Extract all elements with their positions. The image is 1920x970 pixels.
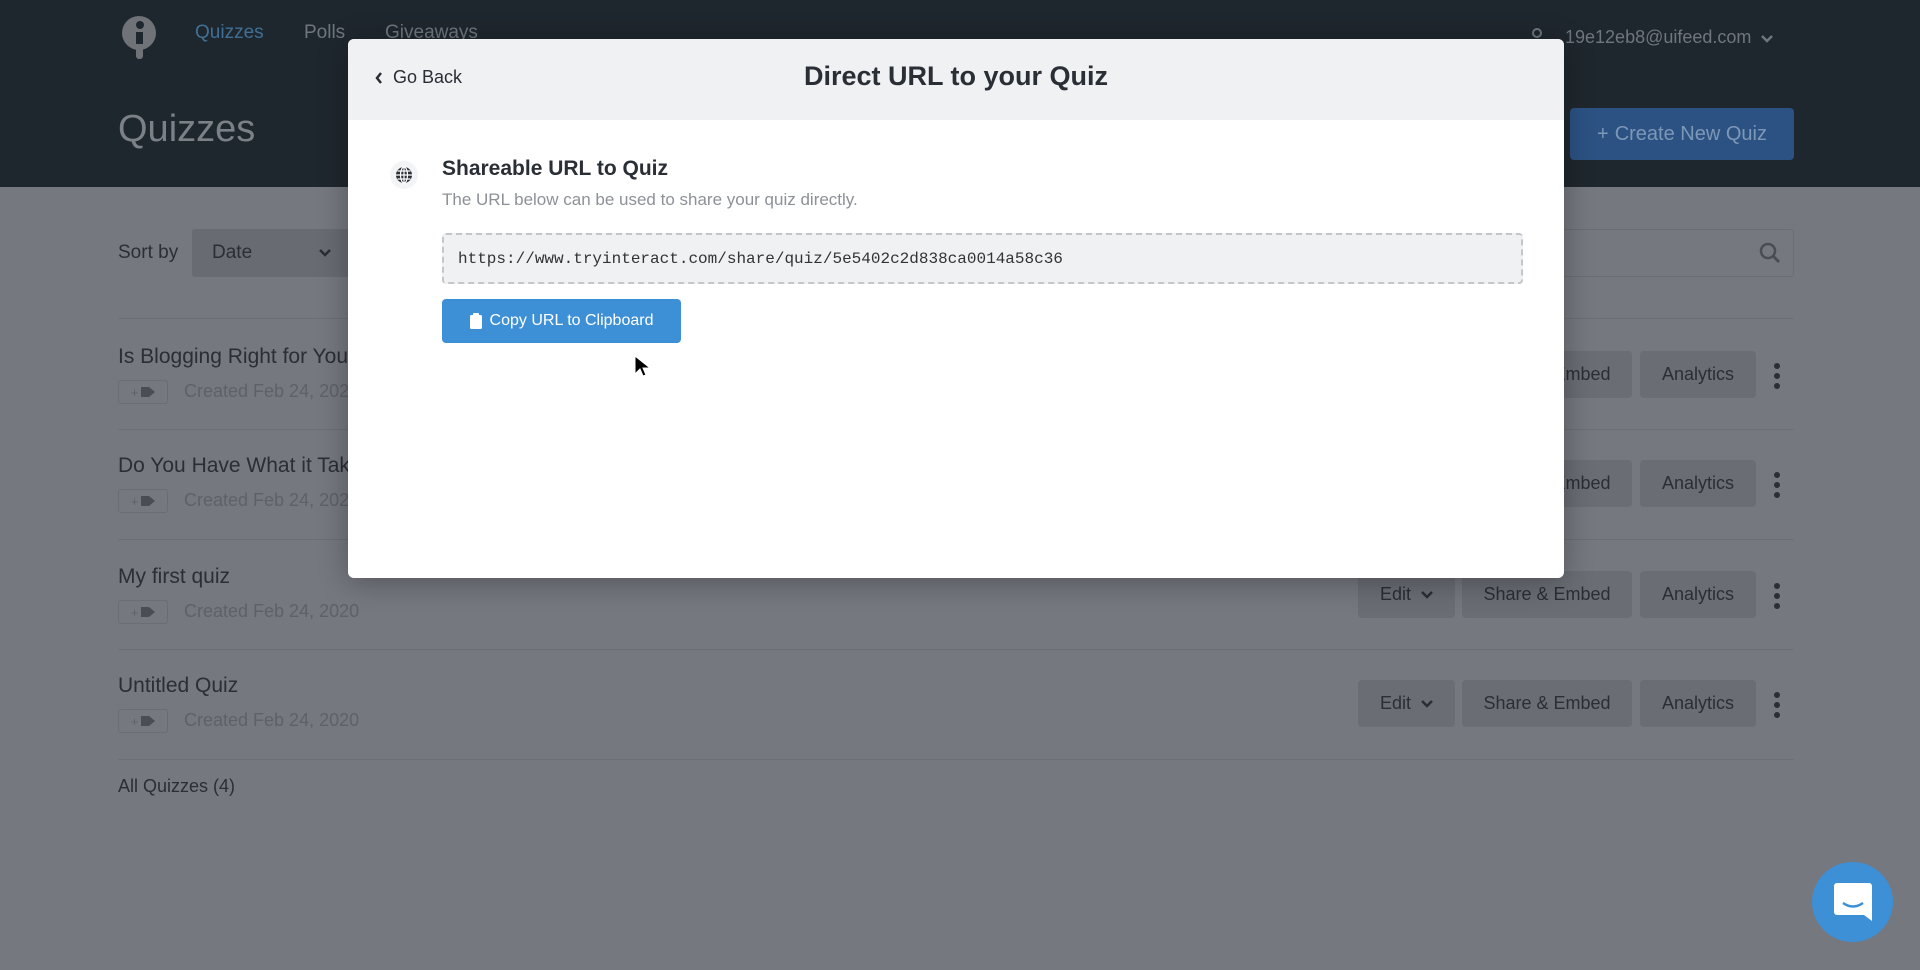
go-back-button[interactable]: Go Back — [375, 67, 462, 88]
all-quizzes-count[interactable]: All Quizzes (4) — [118, 776, 235, 797]
tag-icon — [141, 716, 156, 726]
mouse-cursor — [634, 355, 650, 377]
section-heading: Shareable URL to Quiz — [442, 157, 668, 180]
chat-icon — [1833, 883, 1872, 921]
create-label: Create New Quiz — [1614, 122, 1767, 145]
share-embed-button[interactable]: Share & Embed — [1462, 680, 1632, 727]
divider — [118, 759, 1794, 760]
sort-select[interactable]: Date — [192, 229, 352, 277]
copy-url-button[interactable]: Copy URL to Clipboard — [442, 299, 681, 343]
add-tag-button[interactable]: + — [118, 600, 168, 624]
chevron-down-icon[interactable] — [1760, 34, 1774, 44]
quiz-title[interactable]: Untitled Quiz — [118, 674, 238, 698]
tag-icon — [141, 607, 156, 617]
edit-label: Edit — [1379, 693, 1412, 713]
interact-logo[interactable] — [119, 15, 159, 59]
chevron-down-icon — [1421, 590, 1433, 599]
create-new-quiz-button[interactable]: + Create New Quiz — [1570, 108, 1794, 160]
sort-by-label: Sort by — [118, 242, 179, 263]
share-url-field[interactable]: https://www.tryinteract.com/share/quiz/5… — [442, 233, 1523, 284]
chevron-down-icon — [1421, 699, 1433, 708]
more-options-icon[interactable] — [1772, 692, 1782, 718]
copy-url-label: Copy URL to Clipboard — [489, 312, 654, 329]
quiz-title[interactable]: Is Blogging Right for You — [118, 345, 348, 369]
quiz-created-date: Created Feb 24, 2020 — [184, 710, 360, 730]
quiz-created-date: Created Feb 24, 2020 — [184, 381, 360, 401]
analytics-button[interactable]: Analytics — [1640, 351, 1756, 398]
add-tag-button[interactable]: + — [118, 489, 168, 513]
nav-quizzes[interactable]: Quizzes — [195, 22, 264, 44]
quiz-created-date: Created Feb 24, 2020 — [184, 490, 360, 510]
section-subtext: The URL below can be used to share your … — [442, 190, 858, 209]
quiz-title[interactable]: Do You Have What it Takes — [118, 454, 372, 478]
sort-value: Date — [212, 242, 253, 263]
add-tag-button[interactable]: + — [118, 709, 168, 733]
analytics-button[interactable]: Analytics — [1640, 680, 1756, 727]
add-tag-button[interactable]: + — [118, 380, 168, 404]
divider — [118, 649, 1794, 650]
clipboard-icon — [469, 313, 482, 329]
plus-icon: + — [1597, 122, 1609, 145]
chevron-down-icon — [319, 249, 331, 257]
go-back-label: Go Back — [393, 67, 463, 87]
modal-title: Direct URL to your Quiz — [803, 61, 1109, 91]
quiz-created-date: Created Feb 24, 2020 — [184, 601, 360, 621]
tag-plus: + — [130, 493, 139, 509]
quiz-title[interactable]: My first quiz — [118, 565, 230, 589]
edit-button[interactable]: Edit — [1358, 680, 1455, 727]
edit-button[interactable]: Edit — [1358, 571, 1455, 618]
chevron-left-icon — [375, 71, 382, 84]
nav-polls[interactable]: Polls — [304, 22, 345, 44]
globe-icon — [390, 161, 418, 189]
more-options-icon[interactable] — [1772, 363, 1782, 389]
tag-plus: + — [130, 384, 139, 400]
tag-icon — [141, 496, 156, 506]
analytics-button[interactable]: Analytics — [1640, 571, 1756, 618]
user-menu[interactable]: 19e12eb8@uifeed.com — [1565, 27, 1751, 48]
tag-plus: + — [130, 604, 139, 620]
tag-plus: + — [130, 713, 139, 729]
chat-launcher[interactable] — [1812, 862, 1893, 942]
search-icon[interactable] — [1759, 242, 1781, 264]
more-options-icon[interactable] — [1772, 472, 1782, 498]
share-embed-button[interactable]: Share & Embed — [1462, 571, 1632, 618]
page-title: Quizzes — [118, 108, 256, 150]
direct-url-modal: Direct URL to your Quiz Go Back Shareabl… — [348, 39, 1564, 578]
more-options-icon[interactable] — [1772, 583, 1782, 609]
edit-label: Edit — [1379, 584, 1412, 604]
tag-icon — [141, 387, 156, 397]
analytics-button[interactable]: Analytics — [1640, 460, 1756, 507]
